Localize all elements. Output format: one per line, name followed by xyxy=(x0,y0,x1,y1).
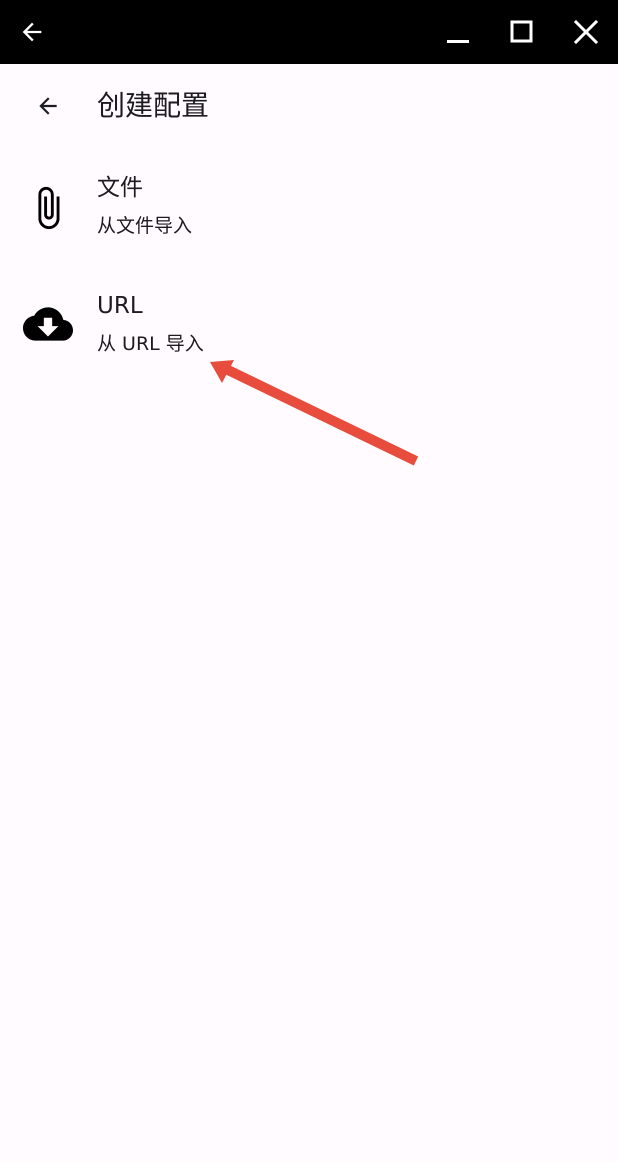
arrow-left-icon xyxy=(22,22,42,42)
page-title: 创建配置 xyxy=(97,89,210,122)
top-app-bar: 创建配置 xyxy=(0,64,618,148)
window-close-button[interactable] xyxy=(554,0,618,64)
maximize-icon xyxy=(510,20,533,43)
item-title: URL xyxy=(97,293,143,319)
list-item-url[interactable]: URL 从 URL 导入 xyxy=(0,266,618,384)
list-item-file[interactable]: 文件 从文件导入 xyxy=(0,148,618,266)
back-button[interactable] xyxy=(24,82,72,130)
window-title-bar xyxy=(0,0,618,64)
item-subtitle: 从文件导入 xyxy=(97,215,193,237)
window-back-button[interactable] xyxy=(0,0,64,64)
paperclip-icon xyxy=(22,182,74,234)
item-subtitle: 从 URL 导入 xyxy=(97,333,204,355)
item-title: 文件 xyxy=(97,175,143,201)
app-content: 创建配置 文件 从文件导入 URL 从 URL 导入 xyxy=(0,64,618,1162)
minimize-icon xyxy=(447,40,469,43)
window-minimize-button[interactable] xyxy=(426,0,490,64)
close-icon xyxy=(573,19,599,45)
window-maximize-button[interactable] xyxy=(490,0,554,64)
arrow-left-icon xyxy=(39,97,57,115)
cloud-download-icon xyxy=(22,298,74,350)
